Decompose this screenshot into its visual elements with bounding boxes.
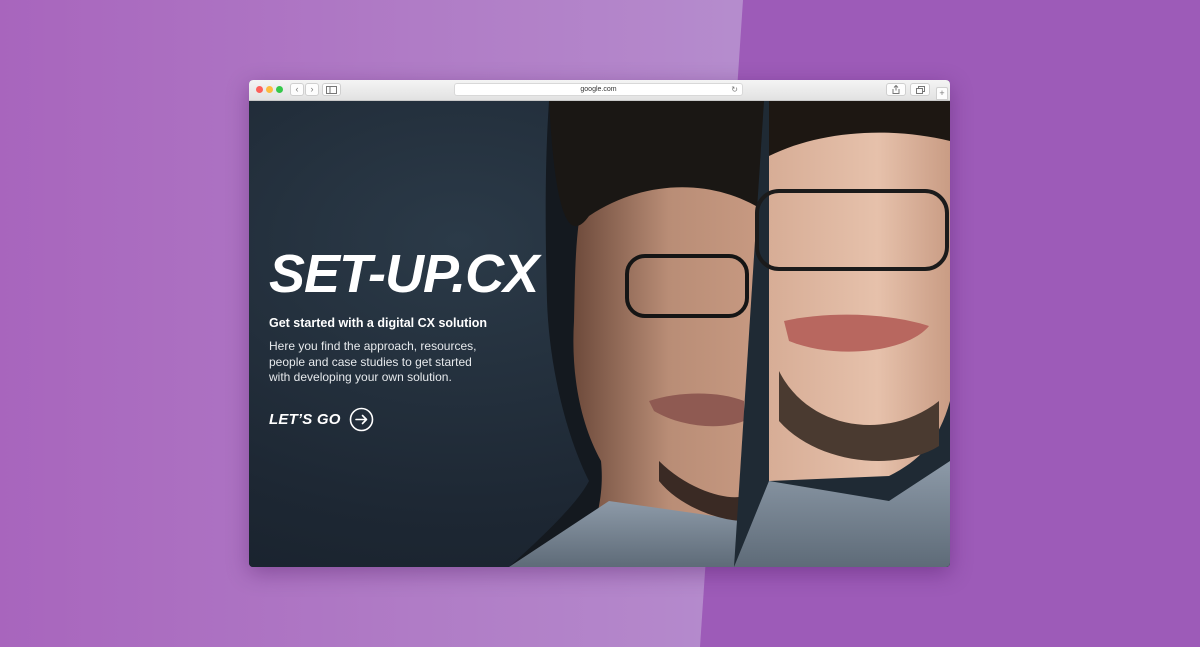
hero-description: Here you find the approach, resources, p… [269, 339, 477, 384]
zoom-window-button[interactable] [276, 86, 283, 93]
close-window-button[interactable] [256, 86, 263, 93]
plus-icon: + [939, 88, 945, 98]
hero-portrait-image [509, 101, 950, 567]
minimize-window-button[interactable] [266, 86, 273, 93]
arrow-right-circle-icon [349, 407, 374, 432]
lets-go-label: LET’S GO [269, 411, 341, 428]
new-tab-button[interactable]: + [936, 87, 948, 100]
chevron-left-icon: ‹ [295, 84, 299, 94]
share-icon [892, 84, 900, 94]
lets-go-button[interactable]: LET’S GO [269, 407, 374, 432]
forward-button[interactable]: › [305, 83, 319, 96]
browser-titlebar: ‹ › google.com ↻ + [249, 80, 950, 101]
chevron-right-icon: › [310, 84, 314, 94]
hero-section: SET-UP.CX Get started with a digital CX … [249, 101, 950, 567]
browser-window: ‹ › google.com ↻ + SET-UP.CX Get started… [249, 80, 950, 567]
reload-icon[interactable]: ↻ [731, 84, 738, 95]
tab-overview-button[interactable] [910, 83, 930, 96]
address-bar[interactable]: google.com ↻ [454, 83, 743, 96]
share-button[interactable] [886, 83, 906, 96]
sidebar-icon [326, 85, 337, 94]
hero-subtitle: Get started with a digital CX solution [269, 316, 488, 330]
sidebar-toggle-button[interactable] [322, 83, 341, 96]
hero-title: SET-UP.CX [269, 244, 539, 304]
url-text: google.com [580, 86, 617, 93]
back-button[interactable]: ‹ [290, 83, 304, 96]
tabs-icon [915, 85, 925, 94]
